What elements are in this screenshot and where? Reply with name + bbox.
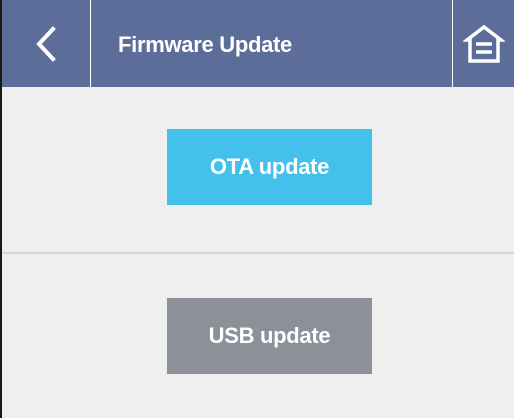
usb-update-button[interactable]: USB update (167, 298, 372, 374)
section-divider (2, 252, 514, 254)
home-button[interactable] (453, 0, 514, 87)
page-title: Firmware Update (118, 32, 292, 57)
header-separator-left (90, 0, 91, 87)
ota-update-button[interactable]: OTA update (167, 129, 372, 205)
home-icon (462, 24, 505, 63)
chevron-left-icon (36, 25, 56, 62)
firmware-update-screen: Firmware Update OTA update USB update (0, 0, 514, 418)
back-button[interactable] (2, 0, 90, 87)
header-bar: Firmware Update (2, 0, 514, 87)
